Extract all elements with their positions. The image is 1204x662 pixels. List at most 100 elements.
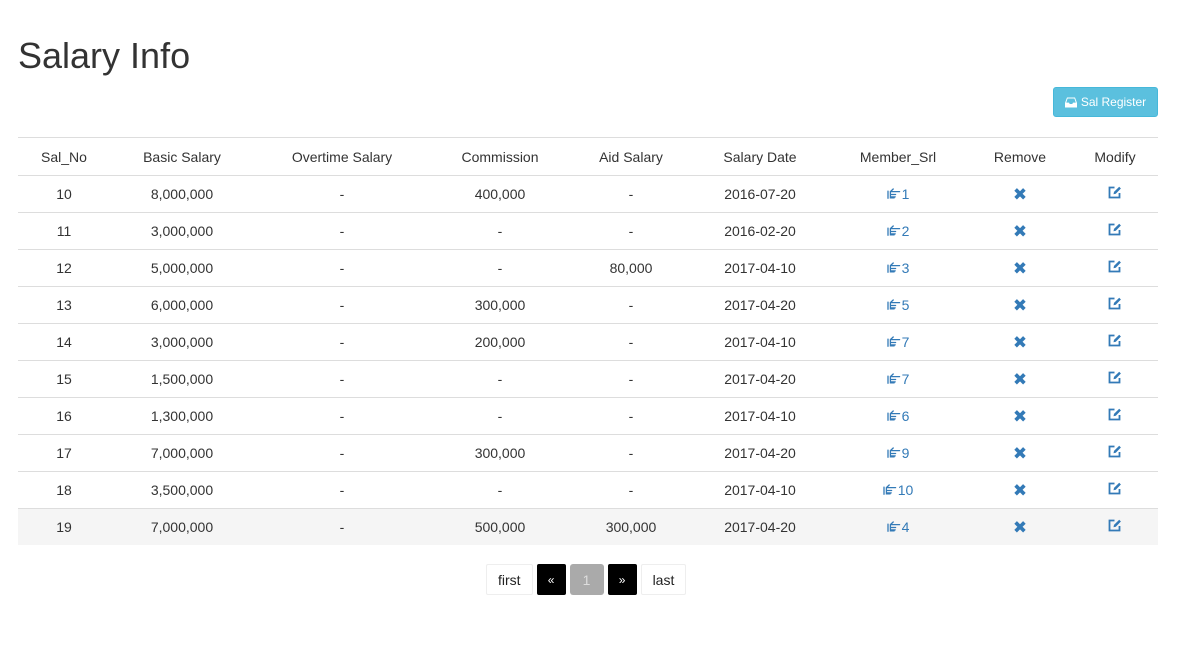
cell-member-srl: 4 [828,508,968,545]
table-row: 10 8,000,000-400,000-2016-07-20 1 ✖ [18,175,1158,213]
cell-overtime-salary: - [254,286,430,324]
edit-icon[interactable] [1108,297,1122,310]
cell-member-srl: 10 [828,471,968,509]
cell-modify [1072,434,1158,472]
member-link[interactable]: 2 [886,223,909,239]
remove-x-icon[interactable]: ✖ [1013,223,1027,240]
cell-basic-salary: 3,000,000 [110,323,254,361]
member-link[interactable]: 4 [886,518,910,535]
member-link[interactable]: 3 [886,260,909,276]
remove-x-icon[interactable]: ✖ [1013,260,1027,277]
member-srl-value: 7 [901,333,910,350]
edit-icon[interactable] [1108,445,1122,458]
member-srl-value: 9 [901,444,910,461]
hand-pointing-icon [886,299,901,311]
cell-overtime-salary: - [254,175,430,213]
hand-pointing-icon [886,521,901,533]
member-link[interactable]: 7 [886,371,909,387]
hand-pointing-icon [883,484,897,496]
edit-icon[interactable] [1108,519,1122,532]
member-srl-value: 5 [901,296,910,313]
hand-pointing-icon [886,410,901,422]
remove-x-icon[interactable]: ✖ [1013,482,1027,499]
remove-x-icon[interactable]: ✖ [1013,297,1027,314]
page-title: Salary Info [18,35,191,76]
cell-modify [1072,508,1158,545]
pagination-current-page[interactable]: 1 [569,564,604,595]
cell-remove: ✖ [968,249,1072,287]
edit-icon[interactable] [1108,260,1122,273]
edit-icon[interactable] [1108,223,1122,236]
cell-modify [1072,175,1158,213]
table-row: 13 6,000,000-300,000-2017-04-20 5 ✖ [18,286,1158,324]
edit-icon[interactable] [1108,408,1122,421]
edit-icon[interactable] [1108,482,1122,495]
cell-salary-date: 2017-04-20 [692,360,828,398]
cell-aid-salary: - [570,434,692,472]
cell-salary-date: 2017-04-10 [692,249,828,287]
edit-icon[interactable] [1108,334,1122,347]
table-row: 16 1,300,000- - -2017-04-10 6 ✖ [18,397,1158,435]
sal-register-label: Sal Register [1080,95,1147,109]
pagination-next[interactable]: » [607,564,637,595]
cell-salary-date: 2016-07-20 [692,175,828,213]
cell-member-srl: 5 [828,286,968,324]
member-link[interactable]: 6 [886,408,909,424]
remove-x-icon[interactable]: ✖ [1013,334,1027,351]
cell-overtime-salary: - [254,471,430,509]
header-commission: Commission [430,137,570,176]
remove-x-icon[interactable]: ✖ [1013,445,1027,462]
cell-aid-salary: - [570,397,692,435]
table-row: 11 3,000,000- - -2016-02-20 2 ✖ [18,212,1158,250]
cell-sal-no: 12 [18,249,110,287]
remove-x-icon[interactable]: ✖ [1013,408,1027,425]
member-link[interactable]: 5 [886,296,910,313]
cell-basic-salary: 3,000,000 [110,212,254,250]
cell-basic-salary: 7,000,000 [110,508,254,545]
cell-remove: ✖ [968,286,1072,324]
cell-basic-salary: 1,500,000 [110,360,254,398]
cell-sal-no: 15 [18,360,110,398]
pagination-prev[interactable]: « [536,564,566,595]
cell-commission: - [430,360,570,398]
member-link[interactable]: 1 [886,185,910,202]
member-srl-value: 4 [901,518,910,535]
salary-rows: 10 8,000,000-400,000-2016-07-20 1 ✖ 11 3,000,… [18,175,1158,545]
edit-icon[interactable] [1108,186,1122,199]
member-link[interactable]: 10 [883,482,913,498]
cell-modify [1072,323,1158,361]
cell-overtime-salary: - [254,323,430,361]
header-sal-no: Sal_No [18,137,110,176]
salary-info-page: Salary Info Sal Register Sal_No Basic Sa… [0,0,1204,662]
cell-commission: 300,000 [430,286,570,324]
edit-icon[interactable] [1108,371,1122,384]
member-srl-value: 1 [901,185,910,202]
cell-commission: 500,000 [430,508,570,545]
remove-x-icon[interactable]: ✖ [1013,186,1027,203]
pagination-last[interactable]: last [640,564,687,595]
cell-sal-no: 19 [18,508,110,545]
remove-x-icon[interactable]: ✖ [1013,371,1027,388]
cell-commission: 300,000 [430,434,570,472]
header-remove: Remove [968,137,1072,176]
cell-aid-salary: 300,000 [570,508,692,545]
cell-modify [1072,212,1158,250]
cell-sal-no: 16 [18,397,110,435]
pagination-first[interactable]: first [486,564,533,595]
inbox-icon [1064,97,1077,108]
remove-x-icon[interactable]: ✖ [1013,519,1027,536]
cell-basic-salary: 1,300,000 [110,397,254,435]
cell-modify [1072,249,1158,287]
sal-register-button[interactable]: Sal Register [1053,87,1158,117]
cell-commission: - [430,249,570,287]
table-row: 12 5,000,000- -80,000 2017-04-10 3 ✖ [18,249,1158,287]
cell-modify [1072,471,1158,509]
member-link[interactable]: 9 [886,444,910,461]
hand-pointing-icon [886,336,901,348]
cell-salary-date: 2017-04-10 [692,323,828,361]
member-link[interactable]: 7 [886,333,910,350]
cell-commission: 200,000 [430,323,570,361]
cell-salary-date: 2017-04-20 [692,508,828,545]
cell-overtime-salary: - [254,249,430,287]
cell-aid-salary: - [570,360,692,398]
